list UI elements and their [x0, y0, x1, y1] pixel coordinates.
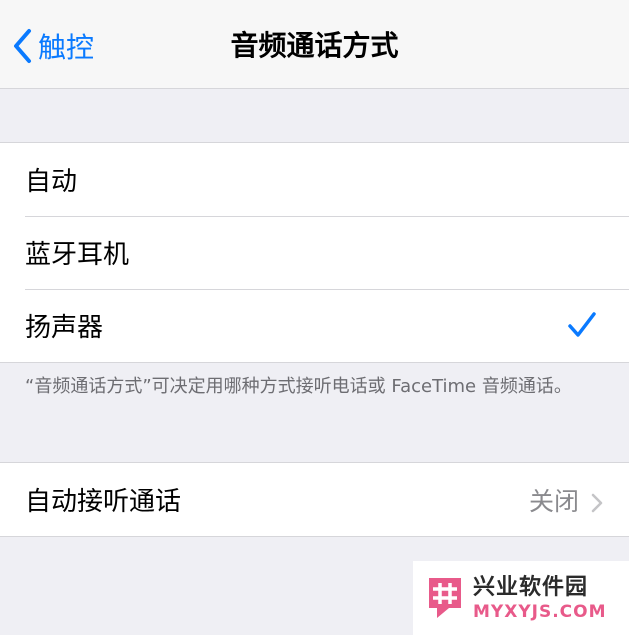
option-speaker[interactable]: 扬声器: [0, 289, 629, 362]
call-audio-routing-footer: “音频通话方式”可决定用哪种方式接听电话或 FaceTime 音频通话。: [25, 376, 572, 397]
option-bluetooth-headset[interactable]: 蓝牙耳机: [0, 216, 629, 289]
watermark-url: MYXYJS.COM: [473, 602, 607, 622]
auto-answer-label: 自动接听通话: [25, 487, 182, 517]
page-title: 音频通话方式: [230, 29, 399, 62]
option-label: 蓝牙耳机: [25, 240, 130, 270]
watermark: 兴业软件园 MYXYJS.COM: [413, 561, 629, 635]
option-label: 自动: [25, 167, 78, 197]
checkmark-icon: [567, 310, 597, 347]
watermark-title: 兴业软件园: [473, 575, 589, 600]
auto-answer-value: 关闭: [528, 486, 579, 516]
option-automatic[interactable]: 自动: [0, 143, 629, 216]
option-label: 扬声器: [25, 313, 104, 343]
navigation-bar: 触控 音频通话方式: [0, 0, 629, 89]
auto-answer-group: 自动接听通话 关闭: [0, 462, 629, 537]
call-audio-routing-group: 自动 蓝牙耳机 扬声器: [0, 142, 629, 363]
chevron-right-icon: [591, 490, 603, 520]
watermark-logo-icon: [427, 576, 463, 620]
auto-answer-calls-row[interactable]: 自动接听通话 关闭: [0, 463, 629, 536]
